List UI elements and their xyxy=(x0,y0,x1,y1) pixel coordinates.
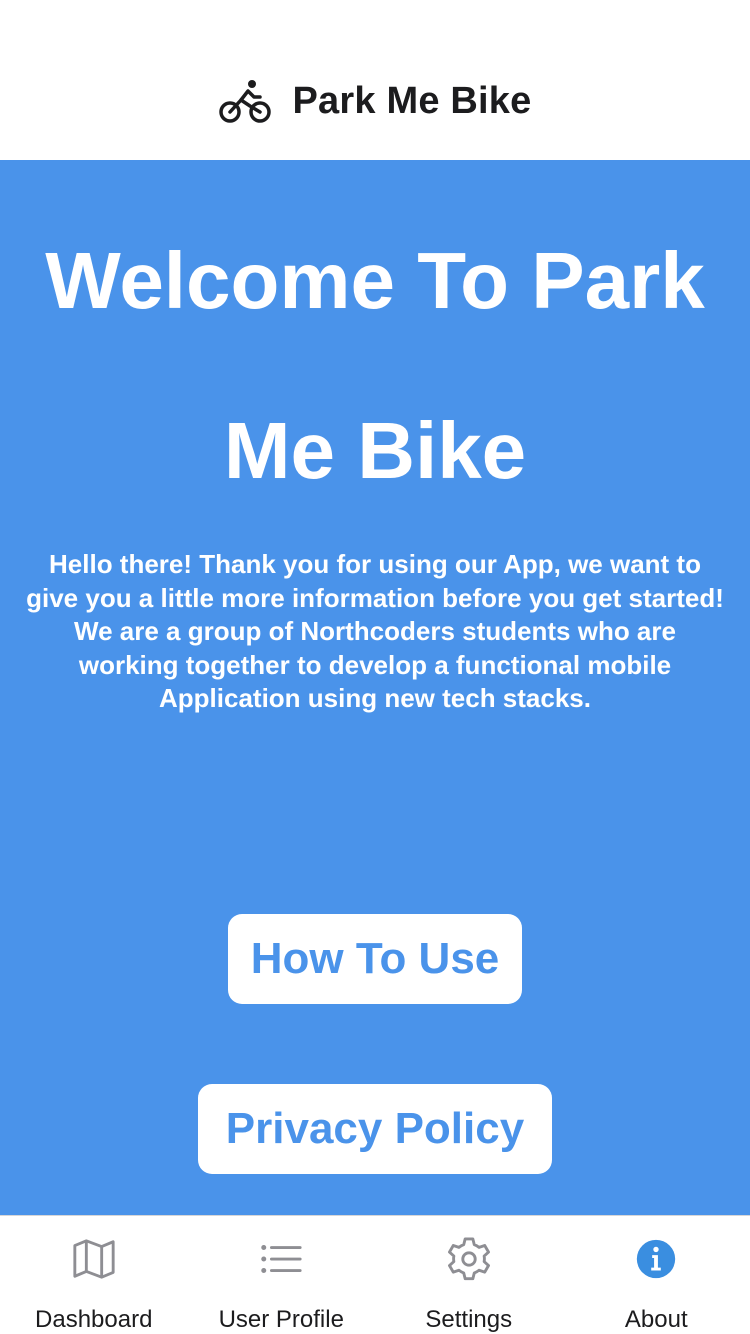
gear-icon xyxy=(447,1237,490,1281)
app-header: Park Me Bike xyxy=(0,0,750,160)
tab-label: User Profile xyxy=(218,1306,344,1333)
intro-text: Hello there! Thank you for using our App… xyxy=(26,549,724,713)
header-brand: Park Me Bike xyxy=(218,78,532,124)
tab-settings[interactable]: Settings xyxy=(375,1216,563,1334)
tab-label: Settings xyxy=(425,1306,513,1333)
tab-about[interactable]: About xyxy=(563,1216,750,1334)
app-screen: Park Me Bike Welcome To Park Me Bike Hel… xyxy=(0,0,750,1334)
tab-user-profile[interactable]: User Profile xyxy=(188,1216,376,1334)
tab-bar: Dashboard User Profile Settings About xyxy=(0,1215,750,1334)
list-icon xyxy=(261,1245,302,1273)
tab-label: Dashboard xyxy=(35,1306,153,1333)
tab-label: About xyxy=(624,1306,688,1333)
info-icon xyxy=(637,1239,676,1279)
bike-icon xyxy=(218,80,271,123)
map-icon xyxy=(73,1239,115,1279)
about-panel: Welcome To Park Me Bike Hello there! Tha… xyxy=(0,160,750,1215)
privacy-policy-button[interactable]: Privacy Policy xyxy=(198,1084,552,1174)
welcome-title: Welcome To Park Me Bike xyxy=(45,236,705,495)
header-title: Park Me Bike xyxy=(292,79,532,122)
tab-dashboard[interactable]: Dashboard xyxy=(0,1216,188,1334)
how-to-use-button[interactable]: How To Use xyxy=(228,914,522,1004)
